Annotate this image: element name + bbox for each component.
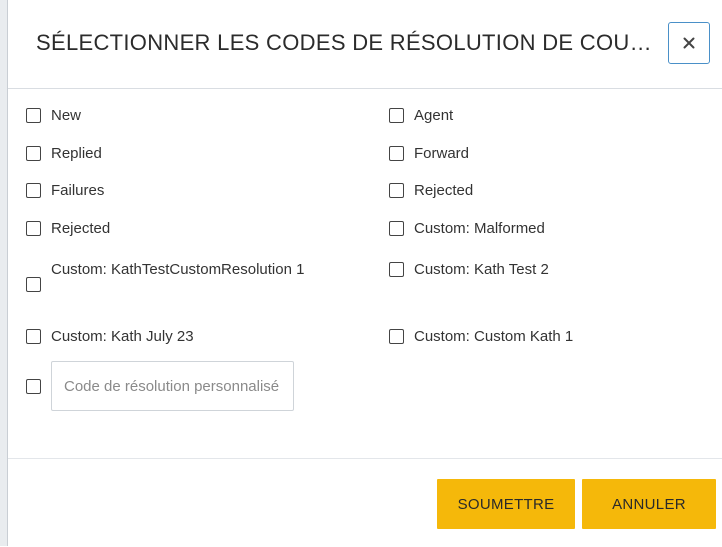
option-label: Custom: KathTestCustomResolution 1	[51, 261, 305, 278]
option-custom-kathtestcustomresolution[interactable]: Custom: KathTestCustomResolution 1	[26, 260, 341, 292]
checkbox[interactable]	[26, 183, 41, 198]
option-label: Agent	[414, 107, 454, 124]
custom-code-input[interactable]	[51, 361, 294, 411]
dialog-footer: SOUMETTRE ANNULER	[8, 458, 722, 547]
resolution-codes-dialog: SÉLECTIONNER LES CODES DE RÉSOLUTION DE …	[8, 0, 722, 546]
option-label: Custom: Malformed	[414, 220, 545, 237]
option-label: Rejected	[51, 220, 111, 237]
option-new[interactable]: New	[26, 106, 81, 126]
option-custom-kath-july-23[interactable]: Custom: Kath July 23	[26, 327, 194, 347]
option-label: Custom: Custom Kath 1	[414, 328, 574, 345]
option-replied[interactable]: Replied	[26, 144, 102, 164]
option-label: Failures	[51, 182, 105, 199]
checkbox[interactable]	[389, 262, 404, 277]
custom-code-checkbox[interactable]	[26, 378, 41, 394]
option-custom-custom-kath-1[interactable]: Custom: Custom Kath 1	[389, 327, 573, 347]
close-button[interactable]	[668, 22, 710, 64]
checkbox[interactable]	[26, 221, 41, 236]
dialog-header: SÉLECTIONNER LES CODES DE RÉSOLUTION DE …	[8, 0, 722, 89]
checkbox[interactable]	[26, 108, 41, 123]
dialog-title: SÉLECTIONNER LES CODES DE RÉSOLUTION DE …	[36, 30, 666, 55]
option-forward[interactable]: Forward	[389, 144, 469, 164]
option-label: Forward	[414, 145, 470, 162]
option-label: Custom: Kath Test 2	[414, 261, 549, 278]
submit-button[interactable]: SOUMETTRE	[437, 479, 575, 529]
custom-code-row	[26, 361, 294, 411]
cancel-button[interactable]: ANNULER	[582, 479, 716, 529]
checkbox[interactable]	[26, 277, 41, 292]
option-custom-malformed[interactable]: Custom: Malformed	[389, 219, 545, 239]
checkbox[interactable]	[26, 146, 41, 161]
underlying-page-edge	[0, 0, 8, 546]
option-label: Custom: Kath July 23	[51, 328, 194, 345]
option-label: Replied	[51, 145, 102, 162]
checkbox[interactable]	[389, 183, 404, 198]
option-agent[interactable]: Agent	[389, 106, 453, 126]
option-custom-kath-test-2[interactable]: Custom: Kath Test 2	[389, 260, 549, 280]
checkbox[interactable]	[26, 329, 41, 344]
checkbox[interactable]	[389, 221, 404, 236]
checkbox[interactable]	[389, 329, 404, 344]
close-icon	[683, 37, 695, 49]
option-rejected-right[interactable]: Rejected	[389, 181, 473, 201]
checkbox[interactable]	[389, 146, 404, 161]
option-rejected-left[interactable]: Rejected	[26, 219, 110, 239]
option-label: New	[51, 107, 82, 124]
option-failures[interactable]: Failures	[26, 181, 104, 201]
checkbox[interactable]	[389, 108, 404, 123]
option-label: Rejected	[414, 182, 474, 199]
